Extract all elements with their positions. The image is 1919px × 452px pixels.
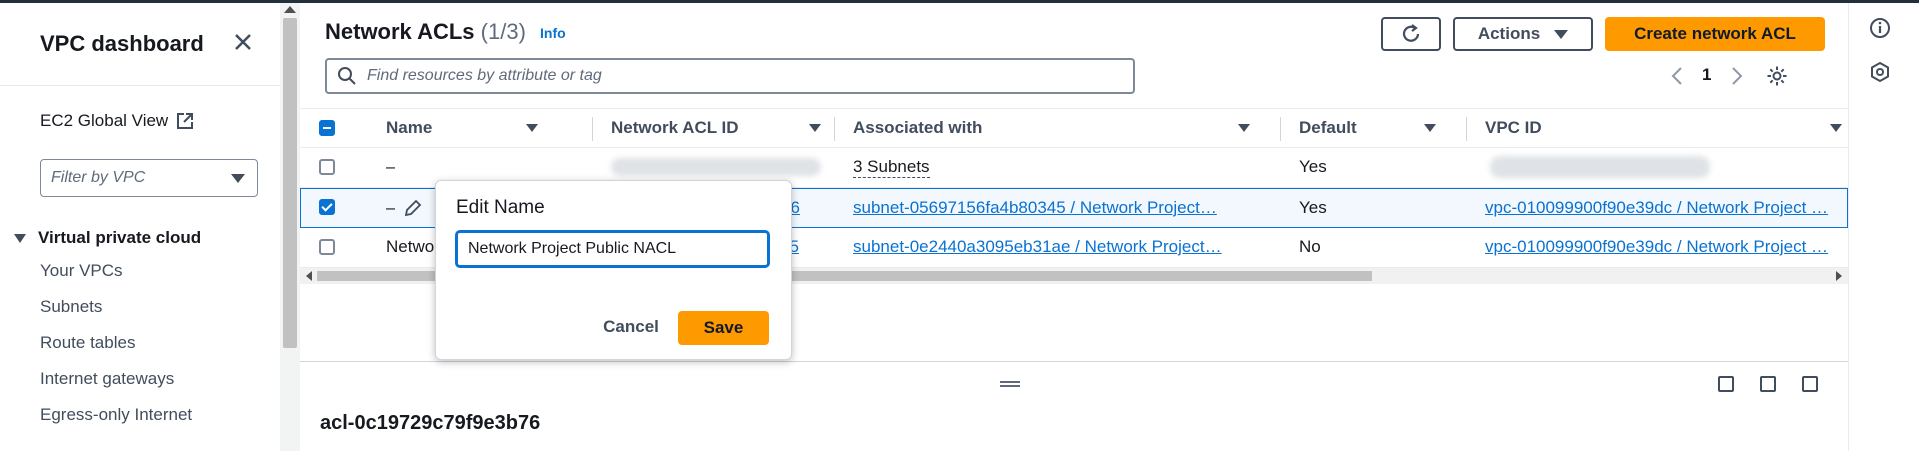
associated-subnets-label[interactable]: 3 Subnets	[853, 157, 930, 178]
panel-full-icon[interactable]	[1802, 376, 1818, 392]
column-header-name[interactable]: Name	[386, 109, 546, 147]
pencil-edit-icon[interactable]	[403, 198, 423, 218]
caret-down-icon	[14, 233, 26, 243]
cell-associated[interactable]: subnet-0e2440a3095eb31ae / Network Proje…	[853, 228, 1258, 266]
column-header-associated[interactable]: Associated with	[853, 109, 1253, 147]
row-checkbox[interactable]	[319, 159, 335, 175]
cell-name: Netwo	[386, 237, 435, 256]
info-icon[interactable]	[1869, 17, 1891, 39]
cell-default: No	[1299, 237, 1321, 256]
page-title: Network ACLs (1/3)	[325, 19, 526, 45]
search-input[interactable]: Find resources by attribute or tag	[325, 58, 1135, 94]
column-header-label: VPC ID	[1485, 118, 1542, 137]
cell-vpc-id[interactable]: vpc-010099900f90e39dc / Network Project …	[1485, 228, 1845, 266]
cell-name: –	[386, 198, 396, 217]
column-header-default[interactable]: Default	[1299, 109, 1439, 147]
column-divider	[1466, 117, 1467, 141]
popover-title: Edit Name	[456, 197, 545, 218]
sidebar-section-vpc[interactable]: Virtual private cloud	[14, 228, 201, 248]
column-divider	[1280, 117, 1281, 141]
sort-caret-icon	[1424, 124, 1436, 132]
row-checkbox[interactable]	[319, 239, 335, 255]
vpc-filter-select[interactable]: Filter by VPC	[40, 159, 258, 197]
cell-name: –	[386, 157, 396, 176]
save-button[interactable]: Save	[678, 311, 769, 345]
cancel-button[interactable]: Cancel	[586, 311, 676, 343]
right-tools-rail	[1848, 3, 1919, 451]
external-link-icon	[177, 113, 194, 129]
sidebar-section-label: Virtual private cloud	[38, 228, 202, 247]
column-divider	[834, 117, 835, 141]
column-header-label: Associated with	[853, 118, 983, 137]
split-panel: acl-0c19729c79f9e3b76	[300, 361, 1848, 452]
panel-bottom-icon[interactable]	[1718, 376, 1734, 392]
cell-vpc-id[interactable]: vpc-010099900f90e39dc / Network Project …	[1485, 189, 1845, 227]
sort-caret-icon	[1830, 124, 1842, 132]
scroll-up-arrow-icon[interactable]	[284, 6, 296, 13]
scroll-left-arrow-icon[interactable]	[306, 271, 312, 281]
column-divider	[592, 117, 593, 141]
refresh-icon	[1402, 24, 1420, 42]
sidebar-item-internet-gateways[interactable]: Internet gateways	[40, 369, 174, 389]
resize-handle-icon[interactable]	[1000, 381, 1020, 387]
chevron-left-icon[interactable]	[1670, 65, 1684, 87]
close-icon[interactable]	[230, 29, 256, 55]
cell-associated[interactable]: subnet-05697156fa4b80345 / Network Proje…	[853, 189, 1258, 227]
vpc-filter-placeholder: Filter by VPC	[51, 169, 146, 186]
settings-gear-icon[interactable]	[1766, 65, 1788, 87]
name-input[interactable]	[456, 231, 769, 267]
redacted-acl-id	[611, 158, 821, 176]
column-header-acl-id[interactable]: Network ACL ID	[611, 109, 821, 147]
subnet-link[interactable]: subnet-05697156fa4b80345 / Network Proje…	[853, 198, 1217, 218]
cell-default: Yes	[1299, 198, 1327, 217]
page-title-text: Network ACLs	[325, 19, 475, 44]
cell-associated[interactable]: 3 Subnets	[853, 148, 930, 186]
column-header-label: Network ACL ID	[611, 118, 739, 137]
table-header: Name Network ACL ID Associated with Defa…	[300, 108, 1848, 148]
panel-side-icon[interactable]	[1760, 376, 1776, 392]
create-network-acl-button[interactable]: Create network ACL	[1605, 17, 1825, 51]
split-panel-title: acl-0c19729c79f9e3b76	[320, 412, 541, 434]
main-content: Network ACLs (1/3) Info Actions Create n…	[300, 3, 1848, 452]
actions-label: Actions	[1477, 24, 1541, 43]
column-header-label: Name	[386, 118, 433, 137]
column-header-label: Default	[1299, 118, 1357, 137]
chevron-right-icon[interactable]	[1730, 65, 1744, 87]
vpc-link[interactable]: vpc-010099900f90e39dc / Network Project …	[1485, 237, 1828, 257]
row-checkbox[interactable]	[319, 199, 335, 215]
ec2-global-view-link[interactable]: EC2 Global View	[40, 111, 194, 131]
vpc-link[interactable]: vpc-010099900f90e39dc / Network Project …	[1485, 198, 1828, 218]
info-link[interactable]: Info	[540, 25, 566, 41]
cell-default: Yes	[1299, 157, 1327, 176]
redacted-vpc-id	[1490, 156, 1710, 178]
search-placeholder: Find resources by attribute or tag	[367, 67, 602, 84]
sort-caret-icon	[1238, 124, 1250, 132]
sidebar-item-route-tables[interactable]: Route tables	[40, 333, 135, 353]
feedback-icon[interactable]	[1869, 61, 1891, 83]
sort-caret-icon	[526, 124, 538, 132]
caret-down-icon	[1554, 29, 1569, 39]
sort-caret-icon	[809, 124, 821, 132]
search-icon	[338, 67, 356, 85]
refresh-button[interactable]	[1381, 17, 1441, 51]
ec2-global-view-label: EC2 Global View	[40, 111, 169, 130]
actions-dropdown[interactable]: Actions	[1453, 17, 1593, 51]
sidebar-scrollbar-thumb[interactable]	[283, 18, 297, 348]
column-header-vpc-id[interactable]: VPC ID	[1485, 109, 1845, 147]
page-number[interactable]: 1	[1702, 65, 1711, 85]
scroll-right-arrow-icon[interactable]	[1836, 271, 1842, 281]
sidebar-title: VPC dashboard	[40, 31, 204, 56]
subnet-link[interactable]: subnet-0e2440a3095eb31ae / Network Proje…	[853, 237, 1222, 257]
sidebar-item-egress-only[interactable]: Egress-only Internet	[40, 405, 192, 425]
chevron-down-icon	[231, 173, 245, 183]
select-all-checkbox[interactable]	[319, 120, 335, 136]
sidebar-item-subnets[interactable]: Subnets	[40, 297, 102, 317]
edit-name-popover: Edit Name Cancel Save	[435, 180, 792, 360]
selection-count: (1/3)	[480, 19, 526, 44]
sidebar-item-your-vpcs[interactable]: Your VPCs	[40, 261, 123, 281]
sidebar-divider	[0, 85, 280, 86]
sidebar: VPC dashboard EC2 Global View Filter by …	[0, 3, 281, 451]
